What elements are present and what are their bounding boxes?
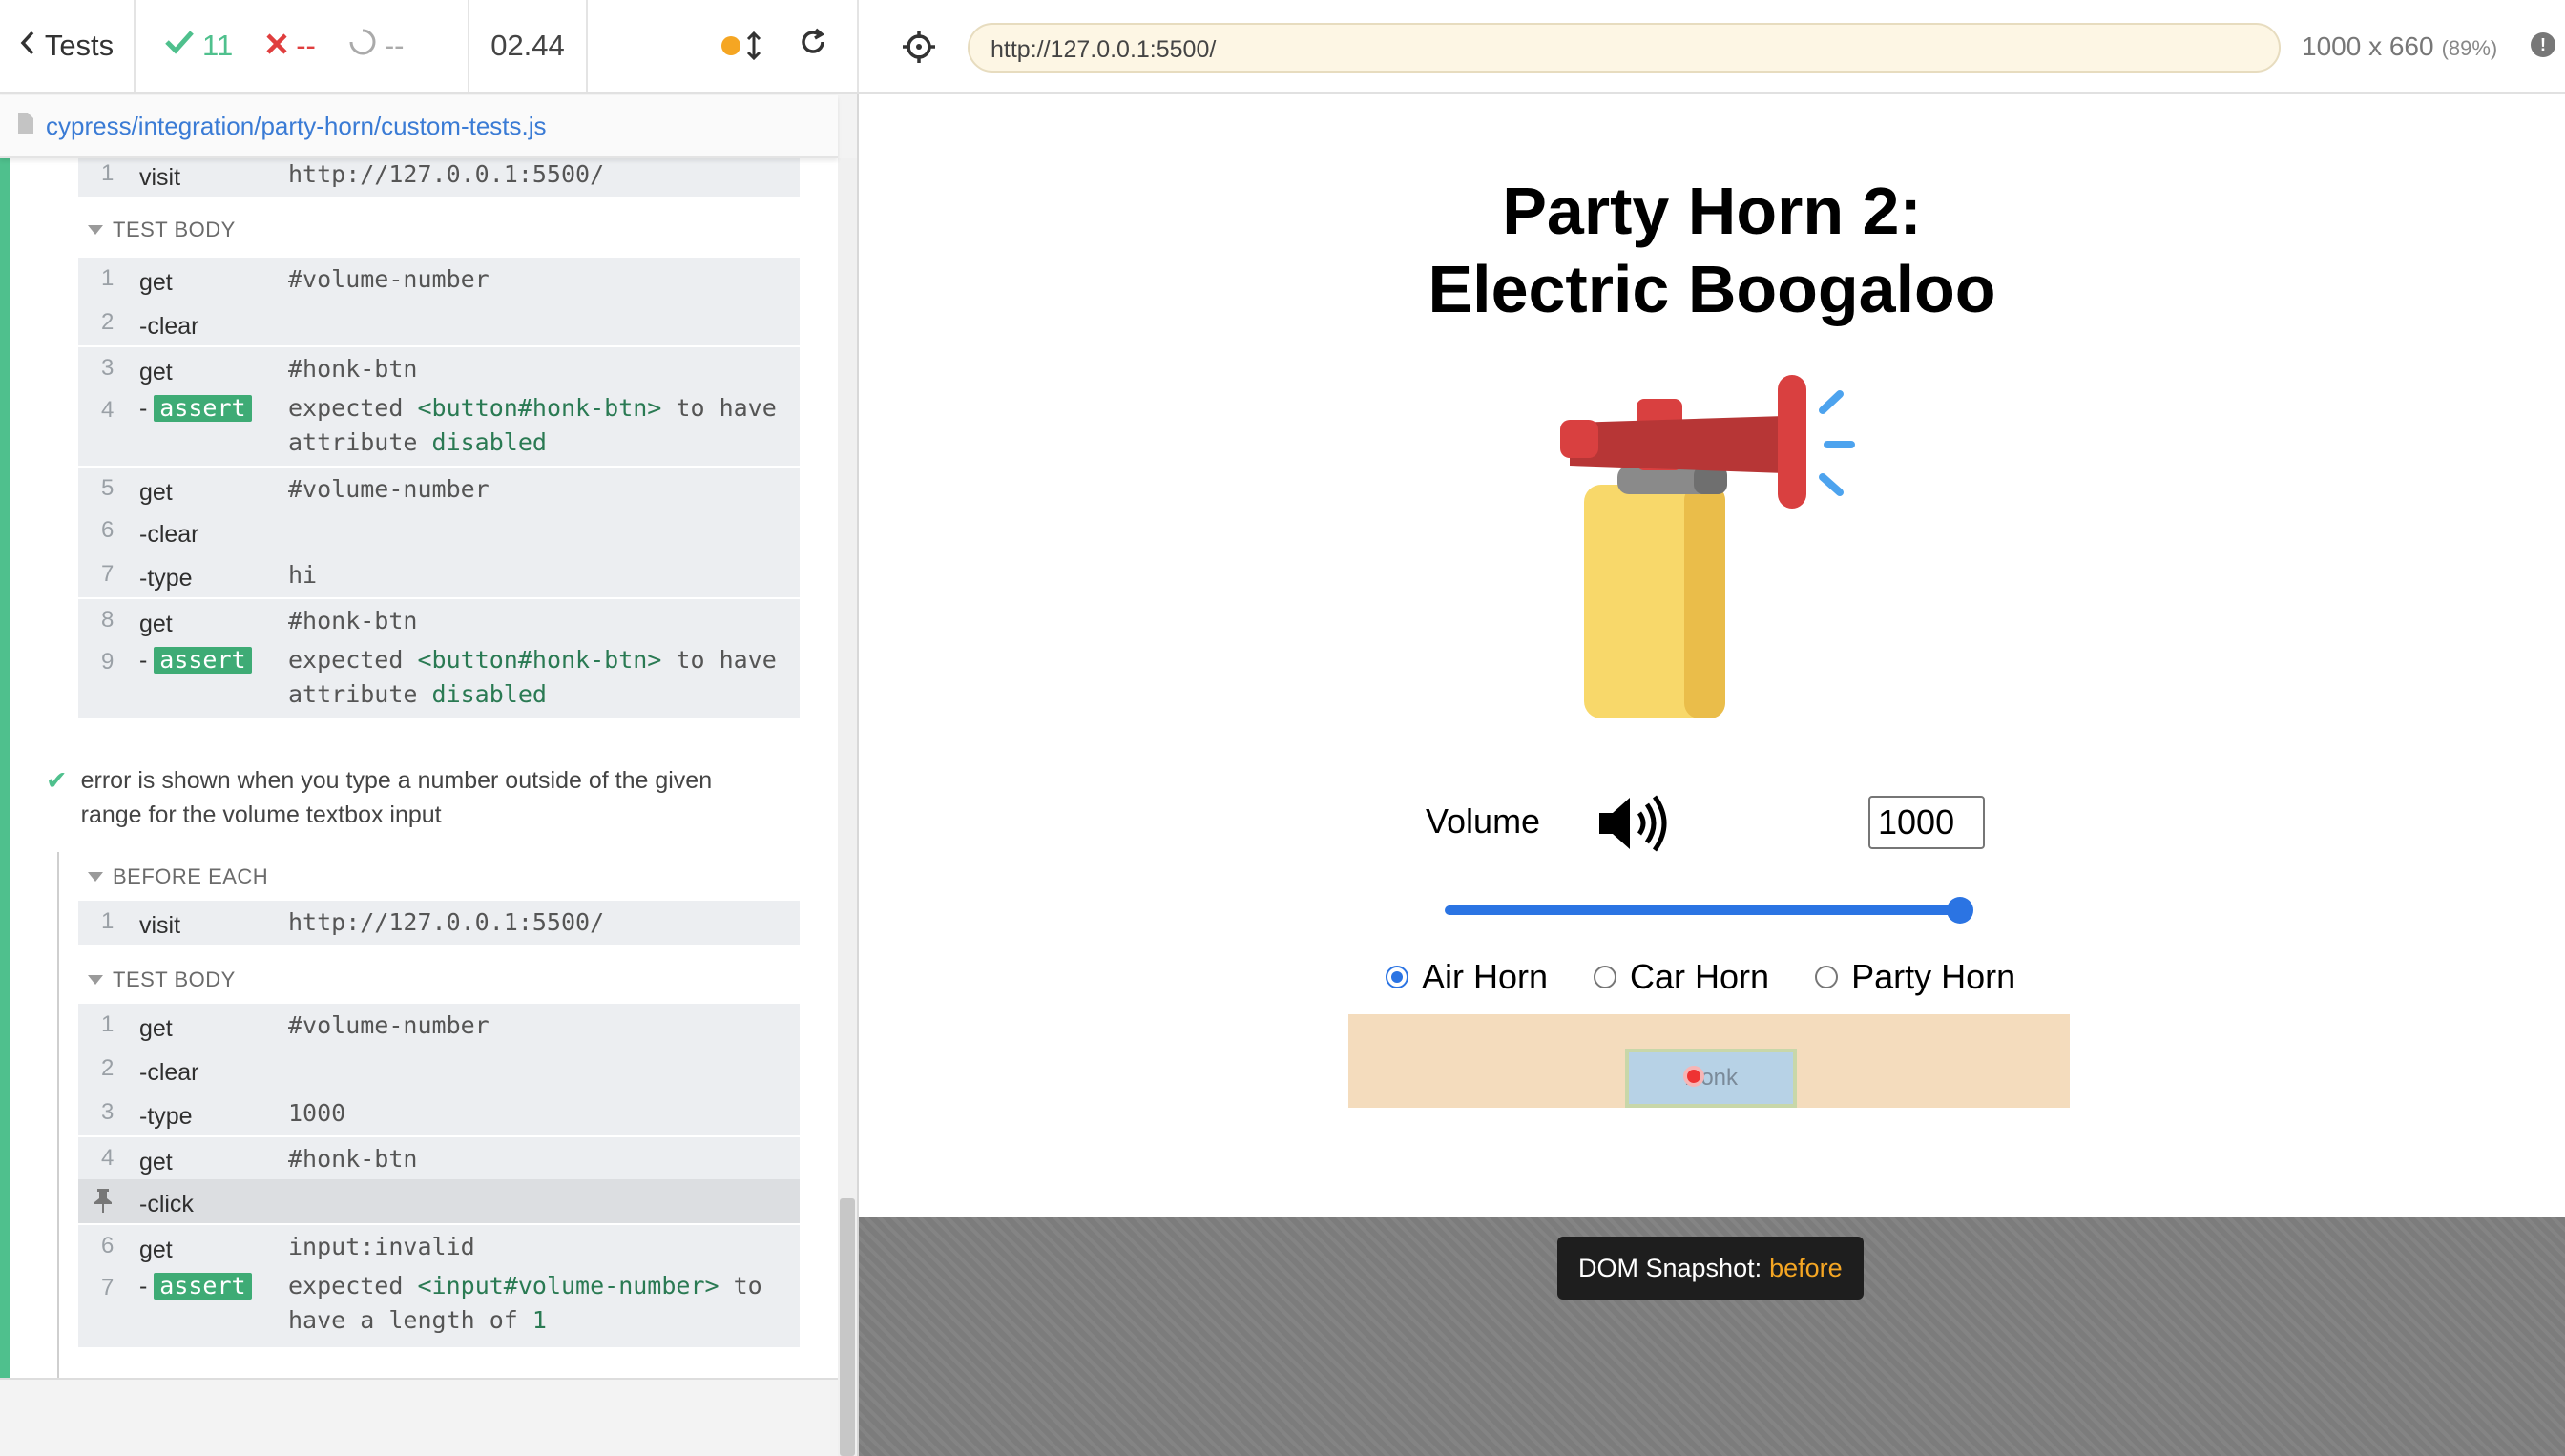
failed-stat: -- <box>265 29 316 63</box>
check-icon: ✔ <box>46 766 68 795</box>
assert-message: expected <button#honk-btn> to have attri… <box>288 646 777 708</box>
radio-car-horn[interactable]: Car Horn <box>1594 957 1769 997</box>
volume-number-input[interactable] <box>1868 796 1985 849</box>
command-row[interactable]: 3 -type 1000 <box>78 1092 800 1135</box>
air-horn-image <box>1560 375 1855 718</box>
nesting-guide <box>57 852 59 1378</box>
crosshair-icon[interactable] <box>901 29 937 65</box>
passed-rail <box>0 158 10 1378</box>
spec-file-bar: cypress/integration/party-horn/custom-te… <box>0 95 838 158</box>
prev-before-each-block: 1 visit http://127.0.0.1:5500/ <box>78 158 800 197</box>
pending-count: -- <box>384 29 405 62</box>
pending-stat: -- <box>348 28 405 64</box>
test-body-label[interactable]: TEST BODY <box>88 967 236 992</box>
command-row[interactable]: 3 get #honk-btn <box>78 345 800 389</box>
preview-header: http://127.0.0.1:5500/ 1000 x 660 (89%) ! <box>859 0 2565 94</box>
assert-row[interactable]: 7 - assert expected <input#volume-number… <box>78 1267 800 1347</box>
app-page: Party Horn 2: Electric Boogaloo Volume 1… <box>859 94 2565 1217</box>
scrollbar-thumb[interactable] <box>840 1198 855 1456</box>
radio-button[interactable] <box>1386 966 1408 988</box>
command-row[interactable]: 1 visit http://127.0.0.1:5500/ <box>78 901 800 945</box>
radio-button[interactable] <box>1594 966 1617 988</box>
status-dot-icon <box>721 36 740 55</box>
assert-row[interactable]: 4 - assert expected <button#honk-btn> to… <box>78 389 800 466</box>
before-each-label[interactable]: BEFORE EACH <box>88 864 268 889</box>
spec-path-link[interactable]: cypress/integration/party-horn/custom-te… <box>46 112 547 141</box>
command-row[interactable]: 1 get #volume-number <box>78 258 800 302</box>
command-row[interactable]: 7 -type hi <box>78 553 800 597</box>
reporter-controls <box>588 0 859 92</box>
assert-badge: assert <box>154 395 252 422</box>
test-title[interactable]: ✔ error is shown when you type a number … <box>46 763 771 832</box>
horn-selector: Air Horn Car Horn Party Horn <box>1386 948 2073 1006</box>
caret-down-icon <box>88 872 103 882</box>
file-icon <box>17 112 34 141</box>
honk-button[interactable]: Honk <box>1625 1049 1797 1108</box>
radio-party-horn[interactable]: Party Horn <box>1815 957 2015 997</box>
volume-slider[interactable] <box>1445 895 1973 924</box>
command-row[interactable]: 4 get #honk-btn <box>78 1135 800 1179</box>
check-icon <box>164 29 195 63</box>
info-icon[interactable]: ! <box>2531 32 2555 57</box>
passed-count: 11 <box>202 29 234 62</box>
assert-message: expected <input#volume-number> to have a… <box>288 1272 762 1334</box>
passed-stat: 11 <box>164 29 233 63</box>
test-title-text: error is shown when you type a number ou… <box>80 767 713 828</box>
stats: 11 -- -- <box>136 0 469 92</box>
chevron-left-icon <box>20 29 35 63</box>
viewport-size: 1000 x 660 (89%) <box>2302 31 2498 61</box>
prev-test-body-block: 1 get #volume-number 2 -clear 3 get #hon… <box>78 258 800 718</box>
click-marker <box>1683 1066 1704 1087</box>
assert-badge: assert <box>154 1273 252 1300</box>
scroll-arrows-icon <box>746 31 761 60</box>
snapshot-background: DOM Snapshot: before <box>859 1217 2565 1456</box>
reporter-header: Tests 11 -- -- 02.44 <box>0 0 859 94</box>
command-row[interactable]: 1 get #volume-number <box>78 1004 800 1048</box>
reporter-panel: Tests 11 -- -- 02.44 cypress/integration… <box>0 0 859 1456</box>
dom-snapshot-badge: DOM Snapshot: before <box>1557 1237 1864 1300</box>
command-row[interactable]: 5 get #volume-number <box>78 466 800 510</box>
radio-air-horn[interactable]: Air Horn <box>1386 957 1548 997</box>
test-body-block: 1 get #volume-number 2 -clear 3 -type 10… <box>78 1004 800 1347</box>
pending-circle-icon <box>348 28 377 64</box>
before-each-block: 1 visit http://127.0.0.1:5500/ <box>78 901 800 945</box>
command-row[interactable]: 6 -clear <box>78 510 800 553</box>
tests-button-label: Tests <box>44 29 115 62</box>
url-bar[interactable]: http://127.0.0.1:5500/ <box>968 23 2281 73</box>
caret-down-icon <box>88 225 103 235</box>
app-preview-panel: http://127.0.0.1:5500/ 1000 x 660 (89%) !… <box>859 0 2565 1456</box>
command-row[interactable]: 1 visit http://127.0.0.1:5500/ <box>78 158 800 197</box>
tests-button[interactable]: Tests <box>0 0 136 92</box>
pinned-command-row[interactable]: -click <box>78 1179 800 1223</box>
command-log: 1 visit http://127.0.0.1:5500/ TEST BODY… <box>0 158 838 1380</box>
test-body-label[interactable]: TEST BODY <box>88 218 236 242</box>
slider-track <box>1445 905 1960 915</box>
radio-button[interactable] <box>1815 966 1839 988</box>
assert-row[interactable]: 9 - assert expected <button#honk-btn> to… <box>78 641 800 718</box>
assert-badge: assert <box>154 647 252 674</box>
auto-scroll-toggle[interactable] <box>721 31 761 60</box>
cross-icon <box>265 29 288 63</box>
snapshot-state: before <box>1769 1253 1843 1282</box>
failed-count: -- <box>296 29 316 62</box>
restart-icon[interactable] <box>798 27 828 65</box>
command-row[interactable]: 6 get input:invalid <box>78 1223 800 1267</box>
assert-message: expected <button#honk-btn> to have attri… <box>288 394 777 456</box>
command-row[interactable]: 2 -clear <box>78 302 800 345</box>
caret-down-icon <box>88 975 103 985</box>
duration: 02.44 <box>469 0 588 92</box>
volume-high-icon <box>1595 790 1672 857</box>
volume-label: Volume <box>1426 801 1541 841</box>
page-title: Party Horn 2: Electric Boogaloo <box>1428 174 1996 326</box>
pin-icon[interactable] <box>92 1187 115 1220</box>
command-row[interactable]: 2 -clear <box>78 1048 800 1092</box>
slider-thumb[interactable] <box>1947 897 1973 924</box>
honk-highlight: Honk <box>1348 1014 2070 1108</box>
command-row[interactable]: 8 get #honk-btn <box>78 597 800 641</box>
volume-controls: Volume <box>1426 790 2017 857</box>
